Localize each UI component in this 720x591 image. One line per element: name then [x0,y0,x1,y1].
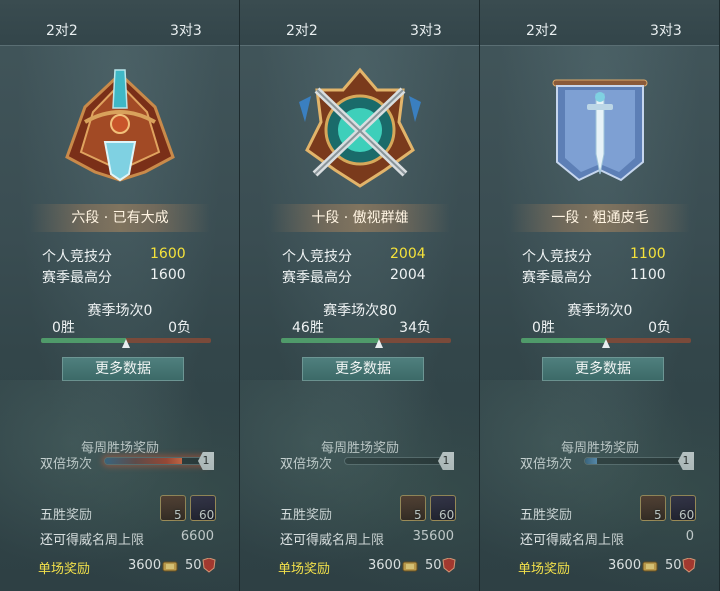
losses-count: 0负 [648,320,671,336]
season-matches: 赛季场次0 [567,303,633,319]
losses-count: 0负 [168,320,191,336]
rank-6-emblem-icon [65,69,175,182]
coin-icon [162,561,178,572]
season-matches: 赛季场次0 [87,303,153,319]
chest-reward-icon[interactable] [160,495,186,521]
single-coin-value: 3600 [608,558,642,573]
rating-value: 1100 [630,246,666,262]
mode-tabs: 2对2 3对3 [0,0,239,46]
win-loss-marker [374,339,383,348]
weekly-limit-value: 6600 [180,529,214,544]
season-best-label: 赛季最高分 [42,270,112,286]
win-loss-bar [281,338,451,343]
win-loss-marker [122,339,130,348]
single-reward-label: 单场奖励 [278,562,331,577]
arena-panels: 2对2 3对3 六段 · 已有大成 个人竞技分 1600 赛季最高分 1600 … [0,0,720,591]
wins-count: 0胜 [52,320,75,336]
rating-value: 1600 [150,246,186,262]
rating-label: 个人竞技分 [282,249,352,265]
chest-reward-count: 5 [414,508,422,522]
rating-label: 个人竞技分 [42,249,112,265]
tab-2v2[interactable]: 2对2 [526,20,558,40]
honor-shield-icon [682,558,696,573]
gem-reward-count: 60 [439,508,455,522]
double-matches-bar [104,457,209,465]
honor-shield-icon [442,558,456,573]
gem-reward-count: 60 [199,508,215,522]
tab-3v3[interactable]: 3对3 [410,20,442,40]
more-data-button[interactable]: 更多数据 [62,357,184,381]
coin-icon [642,561,658,572]
weekly-limit-label: 还可得威名周上限 [280,533,385,548]
single-honor-value: 50 [665,558,682,573]
five-win-reward-label: 五胜奖励 [280,508,333,523]
double-matches-label: 双倍场次 [520,457,573,472]
double-matches-bar [584,457,689,465]
weekly-limit-value: 35600 [412,529,454,544]
gem-reward-count: 60 [679,508,695,522]
season-best-value: 2004 [390,267,426,283]
tab-2v2[interactable]: 2对2 [46,20,78,40]
rank-1-emblem-icon [552,79,648,182]
single-honor-value: 50 [185,558,202,573]
mode-tabs: 2对2 3对3 [480,0,719,46]
mode-tabs: 2对2 3对3 [240,0,479,46]
chest-reward-count: 5 [174,508,182,522]
more-data-button[interactable]: 更多数据 [542,357,664,381]
rating-label: 个人竞技分 [522,249,592,265]
wins-count: 46胜 [292,320,324,336]
losses-count: 34负 [399,320,431,336]
single-coin-value: 3600 [368,558,402,573]
season-best-label: 赛季最高分 [282,270,352,286]
arena-panel-1: 2对2 3对3 六段 · 已有大成 个人竞技分 1600 赛季最高分 1600 … [0,0,240,591]
single-coin-value: 3600 [128,558,162,573]
weekly-limit-value: 0 [685,529,694,544]
chest-reward-icon[interactable] [640,495,666,521]
chest-reward-icon[interactable] [400,495,426,521]
double-matches-label: 双倍场次 [40,457,93,472]
double-matches-label: 双倍场次 [280,457,333,472]
rank-name: 一段 · 粗通皮毛 [510,204,690,232]
chest-reward-count: 5 [654,508,662,522]
rank-name: 六段 · 已有大成 [30,204,210,232]
season-matches: 赛季场次80 [323,303,397,319]
tab-2v2[interactable]: 2对2 [286,20,318,40]
rank-10-emblem-icon [299,67,421,188]
weekly-limit-label: 还可得威名周上限 [40,533,145,548]
five-win-reward-label: 五胜奖励 [520,508,573,523]
win-loss-marker [602,339,610,348]
season-best-value: 1600 [150,267,186,283]
season-best-value: 1100 [630,267,666,283]
more-data-button[interactable]: 更多数据 [302,357,424,381]
arena-panel-3: 2对2 3对3 一段 · 粗通皮毛 个人竞技分 1100 赛季最高分 1100 … [480,0,720,591]
weekly-limit-label: 还可得威名周上限 [520,533,625,548]
wins-count: 0胜 [532,320,555,336]
tab-3v3[interactable]: 3对3 [170,20,202,40]
honor-shield-icon [202,558,216,573]
single-honor-value: 50 [425,558,442,573]
five-win-reward-label: 五胜奖励 [40,508,93,523]
single-reward-label: 单场奖励 [38,562,91,577]
single-reward-label: 单场奖励 [518,562,571,577]
double-matches-bar [344,457,449,465]
coin-icon [402,561,418,572]
tab-3v3[interactable]: 3对3 [650,20,682,40]
season-best-label: 赛季最高分 [522,270,592,286]
arena-panel-2: 2对2 3对3 十段 · 傲视群雄 个人竞技分 2004 赛季最高分 2004 … [240,0,480,591]
rank-name: 十段 · 傲视群雄 [270,204,450,232]
rating-value: 2004 [390,246,426,262]
